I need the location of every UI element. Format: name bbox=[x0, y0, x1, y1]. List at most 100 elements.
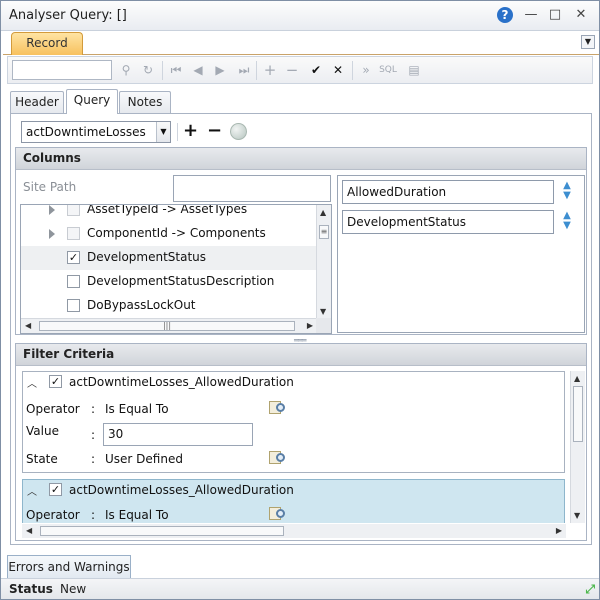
ribbon-tab-bar: Record ▼ bbox=[3, 31, 599, 55]
previous-record-icon[interactable]: ◀ bbox=[188, 61, 208, 80]
scroll-up-icon[interactable]: ▲ bbox=[574, 374, 580, 383]
remove-object-button[interactable]: − bbox=[207, 121, 222, 141]
record-toolbar: ⚲ ↻ ⏮ ◀ ▶ ⏭ + − ✔ ✕ » SQL ▤ bbox=[7, 56, 593, 84]
confirm-icon[interactable]: ✔ bbox=[306, 61, 326, 80]
collapse-icon[interactable]: ︿ bbox=[27, 483, 37, 498]
globe-icon[interactable] bbox=[230, 123, 247, 140]
status-bar: Status New ⤢ bbox=[1, 578, 599, 599]
value-label: Value bbox=[26, 424, 59, 438]
tree-horizontal-scrollbar[interactable]: ◀ ||| ▶ bbox=[21, 318, 317, 333]
tree-item[interactable]: ✓ DevelopmentStatus bbox=[21, 246, 317, 270]
tab-notes[interactable]: Notes bbox=[119, 91, 171, 113]
tree-item-label: DevelopmentStatus bbox=[87, 250, 207, 264]
add-record-icon[interactable]: + bbox=[260, 61, 280, 80]
selected-columns-list: AllowedDuration ▲ ▼ DevelopmentStatus ▲ ▼ bbox=[337, 175, 585, 333]
site-path-input[interactable] bbox=[173, 175, 331, 202]
minimize-icon[interactable]: — bbox=[523, 7, 539, 23]
tab-header[interactable]: Header bbox=[10, 91, 64, 113]
maximize-icon[interactable]: □ bbox=[547, 7, 563, 23]
checkbox[interactable] bbox=[67, 299, 80, 312]
status-label: Status bbox=[9, 582, 53, 596]
chevron-down-icon[interactable]: ▼ bbox=[156, 122, 170, 142]
colon: : bbox=[91, 452, 96, 466]
close-icon[interactable]: ✕ bbox=[573, 7, 589, 23]
toolbar-search-input[interactable] bbox=[12, 60, 112, 80]
value-input[interactable]: 30 bbox=[103, 423, 253, 446]
tab-query[interactable]: Query bbox=[66, 89, 118, 114]
filter-criterion-selected: ︿ ✓ actDowntimeLosses_AllowedDuration Op… bbox=[22, 479, 565, 523]
criterion-checkbox[interactable]: ✓ bbox=[49, 483, 62, 496]
query-panel: actDowntimeLosses ▼ + − Columns Site Pat… bbox=[10, 113, 592, 545]
scroll-up-icon[interactable]: ▲ bbox=[320, 208, 326, 217]
criterion-name: actDowntimeLosses_AllowedDuration bbox=[69, 483, 294, 497]
tab-record[interactable]: Record bbox=[11, 32, 83, 55]
criterion-checkbox[interactable]: ✓ bbox=[49, 375, 62, 388]
add-object-button[interactable]: + bbox=[183, 121, 198, 141]
tree-item-label: ComponentId -> Components bbox=[87, 226, 266, 240]
tree-item[interactable]: DoBypassLockOut bbox=[21, 294, 317, 318]
scroll-left-icon[interactable]: ◀ bbox=[25, 321, 31, 330]
scroll-down-icon[interactable]: ▼ bbox=[574, 511, 580, 520]
scroll-thumb[interactable]: ≡ bbox=[319, 225, 329, 239]
tree-item-label: DoBypassLockOut bbox=[87, 298, 196, 312]
tree-item[interactable]: AssetTypeId -> AssetTypes bbox=[21, 205, 317, 222]
checkbox-checked[interactable]: ✓ bbox=[67, 251, 80, 264]
fast-forward-icon[interactable]: » bbox=[356, 61, 376, 80]
scroll-corner bbox=[316, 318, 331, 333]
expand-arrow-icon[interactable] bbox=[49, 205, 55, 215]
collapse-icon[interactable]: ︿ bbox=[27, 375, 37, 390]
checkbox[interactable] bbox=[67, 275, 80, 288]
selected-column[interactable]: AllowedDuration bbox=[342, 180, 554, 204]
window-title: Analyser Query: [] bbox=[9, 8, 127, 23]
criterion-name: actDowntimeLosses_AllowedDuration bbox=[69, 375, 294, 389]
reorder-arrows-icon[interactable]: ▲ ▼ bbox=[560, 181, 574, 203]
sql-button[interactable]: SQL bbox=[378, 61, 398, 80]
lookup-icon[interactable] bbox=[269, 450, 287, 466]
scroll-thumb[interactable] bbox=[573, 386, 583, 442]
lookup-icon[interactable] bbox=[269, 506, 287, 522]
selected-column[interactable]: DevelopmentStatus bbox=[342, 210, 554, 234]
filter-horizontal-scrollbar[interactable]: ◀ ▶ bbox=[22, 524, 566, 538]
columns-header: Columns bbox=[16, 148, 586, 170]
refresh-icon[interactable]: ↻ bbox=[138, 61, 158, 80]
scroll-thumb[interactable]: ||| bbox=[39, 321, 295, 331]
filter-vertical-scrollbar[interactable]: ▲ ▼ bbox=[570, 371, 585, 523]
cancel-icon[interactable]: ✕ bbox=[328, 61, 348, 80]
operator-label: Operator bbox=[26, 402, 80, 416]
filter-criterion: ︿ ✓ actDowntimeLosses_AllowedDuration Op… bbox=[22, 371, 565, 473]
colon: : bbox=[91, 402, 96, 416]
checkbox bbox=[67, 227, 80, 240]
title-bar: Analyser Query: [] ? — □ ✕ bbox=[1, 1, 599, 31]
colon: : bbox=[91, 508, 96, 522]
next-record-icon[interactable]: ▶ bbox=[210, 61, 230, 80]
checkbox bbox=[67, 205, 80, 216]
tree-vertical-scrollbar[interactable]: ▲ ≡ ▼ bbox=[316, 205, 331, 319]
filter-criteria-header: Filter Criteria bbox=[16, 344, 586, 366]
tab-errors-and-warnings[interactable]: Errors and Warnings bbox=[7, 555, 131, 579]
last-record-icon[interactable]: ⏭ bbox=[234, 61, 254, 80]
first-record-icon[interactable]: ⏮ bbox=[166, 61, 186, 80]
tree-item[interactable]: DevelopmentStatusDescription bbox=[21, 270, 317, 294]
grid-view-icon[interactable]: ▤ bbox=[404, 61, 424, 80]
scroll-left-icon[interactable]: ◀ bbox=[26, 526, 32, 535]
site-path-label: Site Path bbox=[23, 180, 77, 194]
lookup-icon[interactable] bbox=[269, 400, 287, 416]
help-icon[interactable]: ? bbox=[497, 7, 513, 23]
toolbar-divider bbox=[256, 61, 257, 80]
ribbon-collapse-button[interactable]: ▼ bbox=[581, 35, 595, 49]
object-select-value: actDowntimeLosses bbox=[26, 125, 146, 139]
expand-arrow-icon[interactable] bbox=[49, 229, 55, 239]
scroll-right-icon[interactable]: ▶ bbox=[556, 526, 562, 535]
scroll-right-icon[interactable]: ▶ bbox=[307, 321, 313, 330]
remove-record-icon[interactable]: − bbox=[282, 61, 302, 80]
operator-label: Operator bbox=[26, 508, 80, 522]
operator-value: Is Equal To bbox=[105, 402, 169, 416]
columns-section: Columns Site Path AssetTypeId -> AssetTy… bbox=[15, 147, 587, 335]
tree-item[interactable]: ComponentId -> Components bbox=[21, 222, 317, 246]
reorder-arrows-icon[interactable]: ▲ ▼ bbox=[560, 211, 574, 233]
object-select[interactable]: actDowntimeLosses ▼ bbox=[21, 121, 171, 143]
scroll-thumb[interactable] bbox=[40, 526, 284, 536]
search-icon[interactable]: ⚲ bbox=[116, 61, 136, 80]
scroll-down-icon[interactable]: ▼ bbox=[320, 307, 326, 316]
expand-icon[interactable]: ⤢ bbox=[585, 582, 595, 597]
